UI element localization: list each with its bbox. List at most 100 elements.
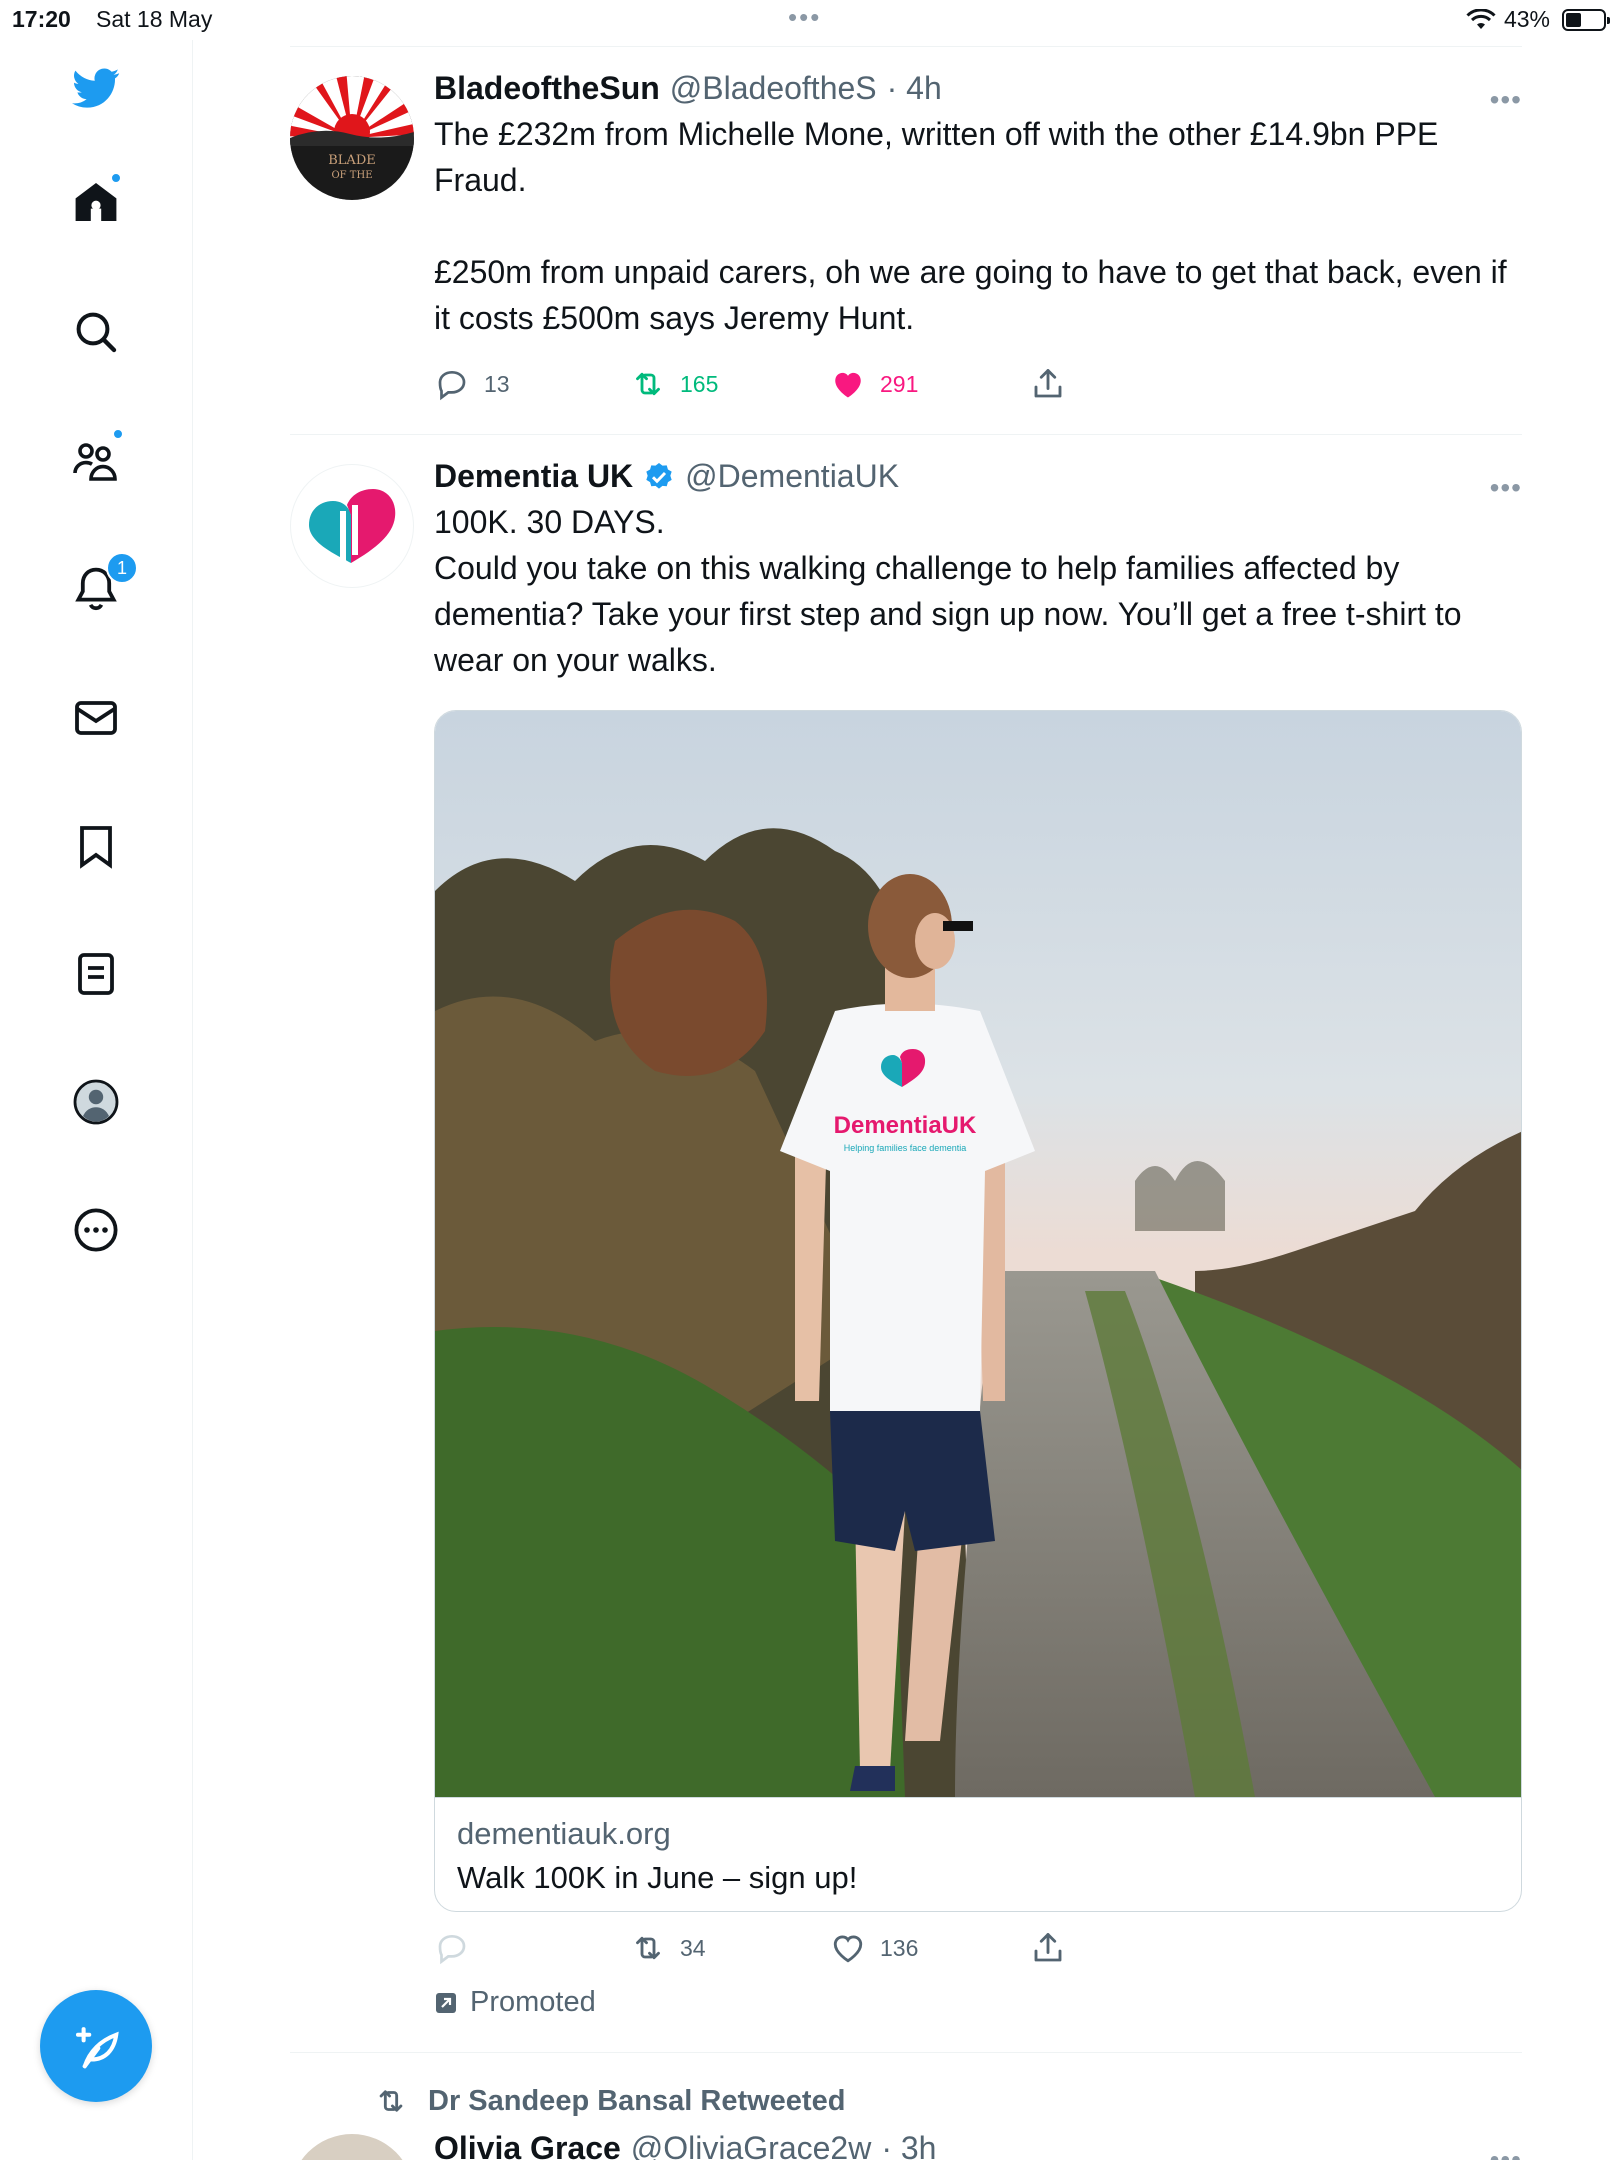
bookmark-icon [80,826,112,869]
avatar-text: BLADE [328,153,376,168]
profile-avatar-icon [73,1079,119,1125]
like-count: 136 [880,1934,919,1961]
heart-outline-icon [833,1935,863,1963]
card-domain: dementiauk.org [457,1816,671,1851]
sidebar-item-explore[interactable] [56,292,136,372]
tweet-body: BladeoftheSun @BladeoftheS · 4h ••• The … [434,70,1522,341]
retweet-button[interactable]: 34 [630,1930,706,1966]
sidebar-item-more[interactable] [56,1190,136,1270]
tweet-text: 100K. 30 DAYS. Could you take on this wa… [434,499,1522,683]
battery-fill [1566,12,1582,27]
walker-photo-image: DementiaUK Helping families face dementi… [435,711,1521,1797]
tweet-bladeofthesun[interactable]: BLADE OF THE BladeoftheSun @BladeoftheS … [290,70,1522,430]
compose-feather-icon [75,2027,119,2069]
status-date: Sat 18 May [96,6,213,32]
tweet-paragraph: The £232m from Michelle Mone, written of… [434,116,1448,198]
retweet-count: 165 [680,370,719,397]
reply-button[interactable]: 13 [434,366,510,402]
author-handle[interactable]: @BladeoftheS [670,70,877,107]
multitasking-dots-icon[interactable]: ••• [788,2,821,33]
reply-icon [438,1934,466,1965]
feed-divider [290,46,1522,47]
home-badge-dot [110,172,122,184]
promoted-icon [436,1992,456,2013]
share-icon [1034,369,1062,398]
feed-divider [290,434,1522,435]
tweet-more-icon[interactable]: ••• [1490,84,1522,116]
sidebar-item-bookmarks[interactable] [56,806,136,886]
shirt-logo-text: DementiaUK [834,1112,977,1139]
author-handle[interactable]: @DementiaUK [685,458,899,495]
dementia-uk-logo-icon [309,489,396,563]
tweet-paragraph: 100K. 30 DAYS. Could you take on this wa… [434,504,1462,678]
tweet-body: Dementia UK @DementiaUK ••• 100K. 30 DAY… [434,458,1522,683]
share-icon [1034,1933,1062,1962]
author-name[interactable]: Olivia Grace [434,2130,621,2160]
author-name[interactable]: BladeoftheSun [434,70,660,107]
card-title: Walk 100K in June – sign up! [457,1860,858,1895]
sidebar-item-communities[interactable] [56,420,136,500]
sidebar-item-notifications[interactable]: 1 [56,548,138,628]
tweet-olivia-grace[interactable]: Dr Sandeep Bansal Retweeted Olivia Grace… [290,2070,1522,2160]
tweet-body: Olivia Grace @OliviaGrace2w · 3h ••• [434,2130,1522,2160]
retweeted-by-text: Dr Sandeep Bansal Retweeted [428,2084,846,2117]
tweet-time[interactable]: · 4h [887,70,942,107]
avatar[interactable] [290,2134,414,2160]
tweet-header: Olivia Grace @OliviaGrace2w · 3h [434,2130,1522,2160]
promoted-label: Promoted [434,1986,596,2019]
battery-percent: 43% [1503,6,1550,32]
retweeted-by[interactable]: Dr Sandeep Bansal Retweeted [374,2084,845,2118]
tweet-header: BladeoftheSun @BladeoftheS · 4h [434,70,1522,107]
sidebar-nav: 1 [0,40,193,2160]
tweet-text: The £232m from Michelle Mone, written of… [434,111,1522,341]
lists-icon [78,953,114,995]
tweet-dementia-uk[interactable]: Dementia UK @DementiaUK ••• 100K. 30 DAY… [290,458,1522,2028]
home-icon [75,183,117,221]
reply-count: 13 [484,370,510,397]
like-button[interactable]: 136 [830,1930,918,1966]
card-image[interactable]: DementiaUK Helping families face dementi… [435,711,1521,1797]
avatar[interactable] [290,464,414,588]
sidebar-item-lists[interactable] [56,934,136,1014]
tweet-paragraph: £250m from unpaid carers, oh we are goin… [434,254,1516,336]
card-meta[interactable]: dementiauk.org Walk 100K in June – sign … [435,1797,1521,1911]
reply-button[interactable] [434,1930,484,1966]
status-bar: 17:20 Sat 18 May ••• 43% [0,0,1620,40]
like-button[interactable]: 291 [830,366,918,402]
tweet-more-icon[interactable]: ••• [1490,472,1522,504]
author-handle[interactable]: @OliviaGrace2w [631,2130,872,2160]
rising-sun-avatar-icon: BLADE OF THE [290,76,414,200]
retweet-icon [636,1936,660,1960]
compose-tweet-button[interactable] [40,1990,152,2102]
search-icon [76,312,117,353]
status-right: 43% [1466,6,1610,33]
status-time: 17:20 [12,6,71,32]
wifi-icon [1466,8,1496,29]
svg-text:OF THE: OF THE [331,170,372,181]
more-circle-icon [74,1208,118,1252]
tweet-time[interactable]: · 3h [881,2130,936,2160]
communities-badge-dot [112,428,124,440]
author-name[interactable]: Dementia UK [434,458,633,495]
share-button[interactable] [1030,1930,1066,1966]
mail-icon [75,701,117,735]
retweet-icon [379,2090,403,2112]
notifications-badge: 1 [106,552,138,584]
sidebar-item-home[interactable] [56,162,136,242]
link-card[interactable]: DementiaUK Helping families face dementi… [434,710,1522,1912]
sidebar-item-messages[interactable] [56,678,136,758]
retweet-count: 34 [680,1934,706,1961]
battery-icon [1562,8,1610,31]
communities-icon [73,443,117,481]
twitter-logo-icon[interactable] [56,48,136,128]
avatar[interactable]: BLADE OF THE [290,76,414,200]
tweet-header: Dementia UK @DementiaUK [434,458,1522,495]
retweet-button[interactable]: 165 [630,366,718,402]
tweet-more-icon[interactable]: ••• [1490,2144,1522,2160]
verified-badge-icon [646,462,672,489]
promoted-text: Promoted [470,1986,596,2018]
reply-icon [438,370,466,401]
sidebar-item-profile[interactable] [56,1062,136,1142]
share-button[interactable] [1030,366,1066,402]
like-count: 291 [880,370,919,397]
